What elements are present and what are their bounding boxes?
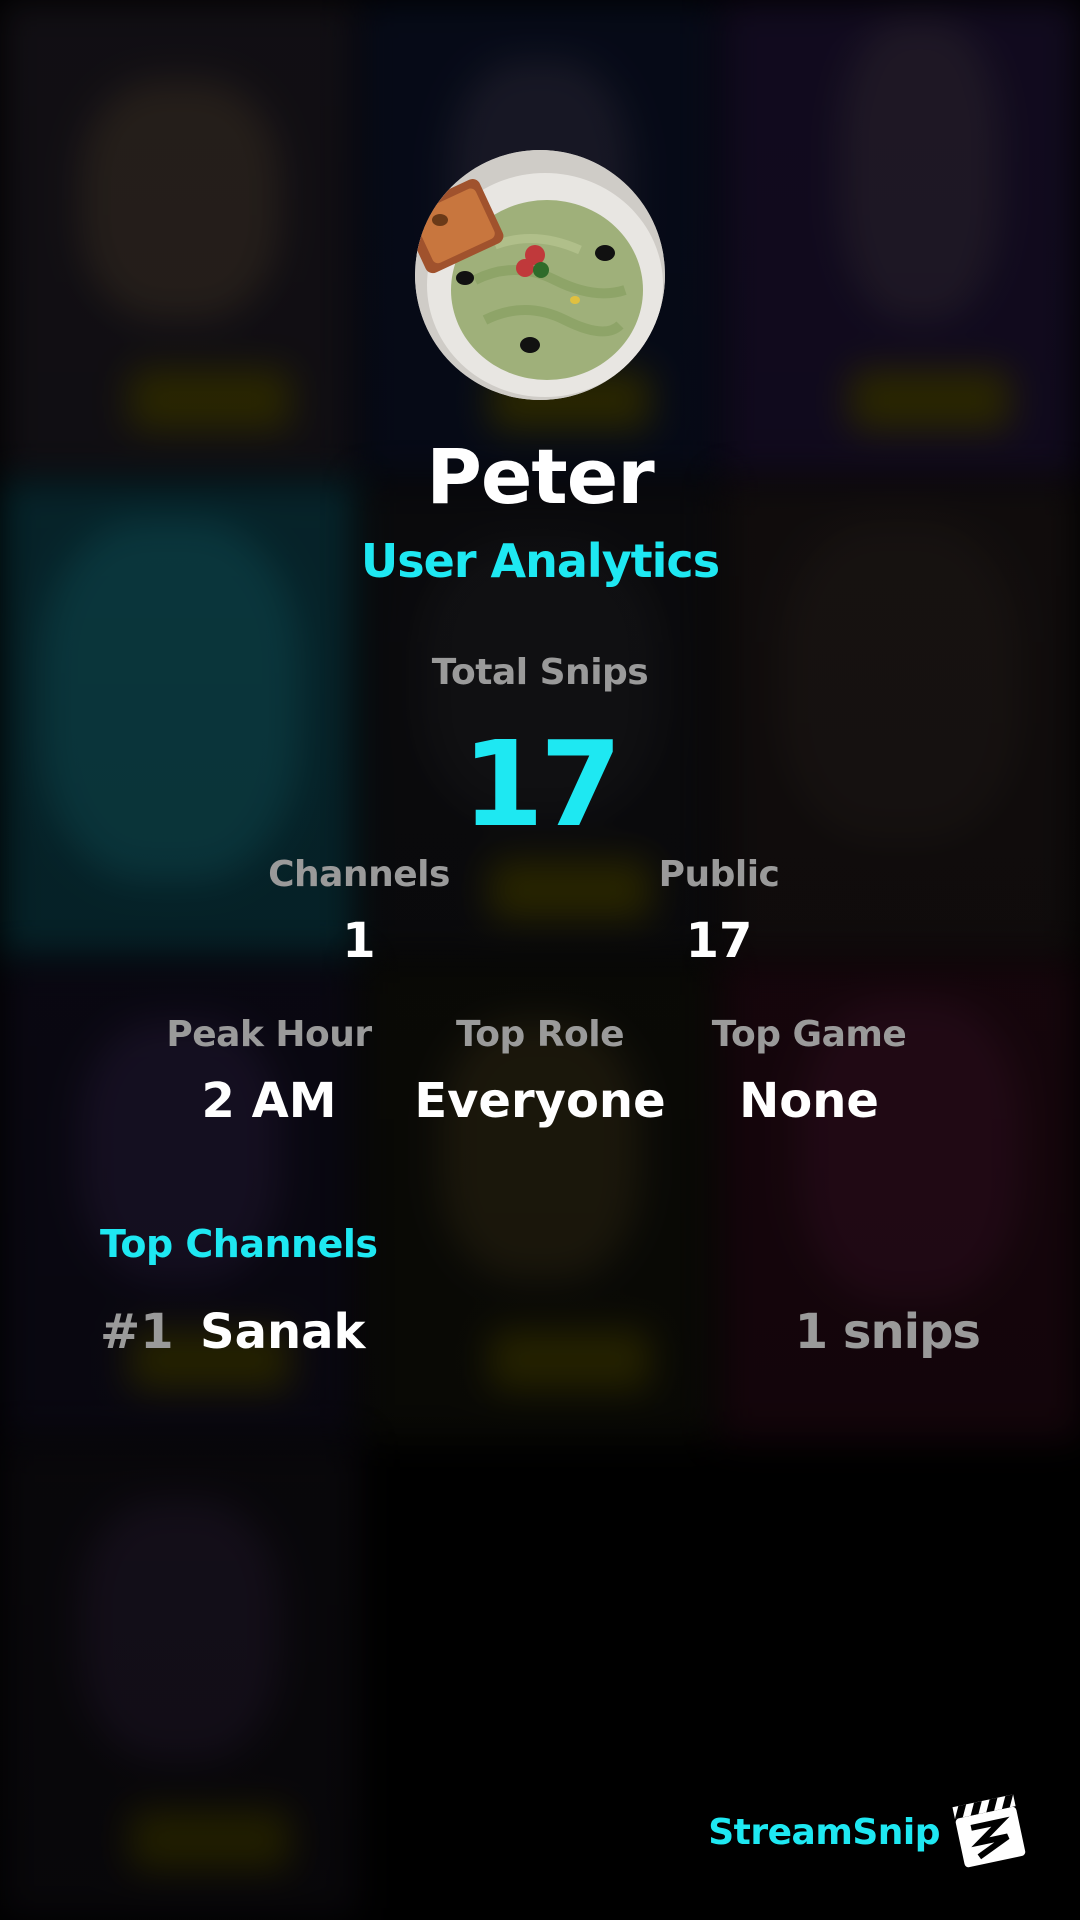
public-value: 17 bbox=[685, 913, 753, 969]
top-channels-heading: Top Channels bbox=[100, 1222, 378, 1266]
avatar-food-image bbox=[415, 150, 665, 400]
channel-snip-count: 1 snips bbox=[794, 1304, 981, 1360]
top-game-value: None bbox=[739, 1073, 879, 1129]
channels-label: Channels bbox=[268, 854, 450, 895]
brand-footer: StreamSnip bbox=[700, 1790, 1030, 1880]
channel-rank: #1 bbox=[100, 1304, 174, 1360]
username: Peter bbox=[426, 432, 655, 521]
top-role-label: Top Role bbox=[455, 1014, 625, 1055]
channel-name: Sanak bbox=[200, 1304, 366, 1360]
top-channel-row: #1 Sanak 1 snips bbox=[100, 1300, 981, 1370]
avatar bbox=[415, 150, 665, 400]
channels-value: 1 bbox=[342, 913, 376, 969]
public-label: Public bbox=[658, 854, 780, 895]
total-snips-label: Total Snips bbox=[431, 652, 649, 693]
top-game-label: Top Game bbox=[711, 1014, 907, 1055]
peak-hour-label: Peak Hour bbox=[166, 1014, 372, 1055]
total-snips-value: 17 bbox=[461, 715, 622, 853]
page-subtitle: User Analytics bbox=[360, 534, 720, 588]
brand-name: StreamSnip bbox=[708, 1812, 940, 1853]
clapperboard-icon bbox=[952, 1794, 1026, 1868]
